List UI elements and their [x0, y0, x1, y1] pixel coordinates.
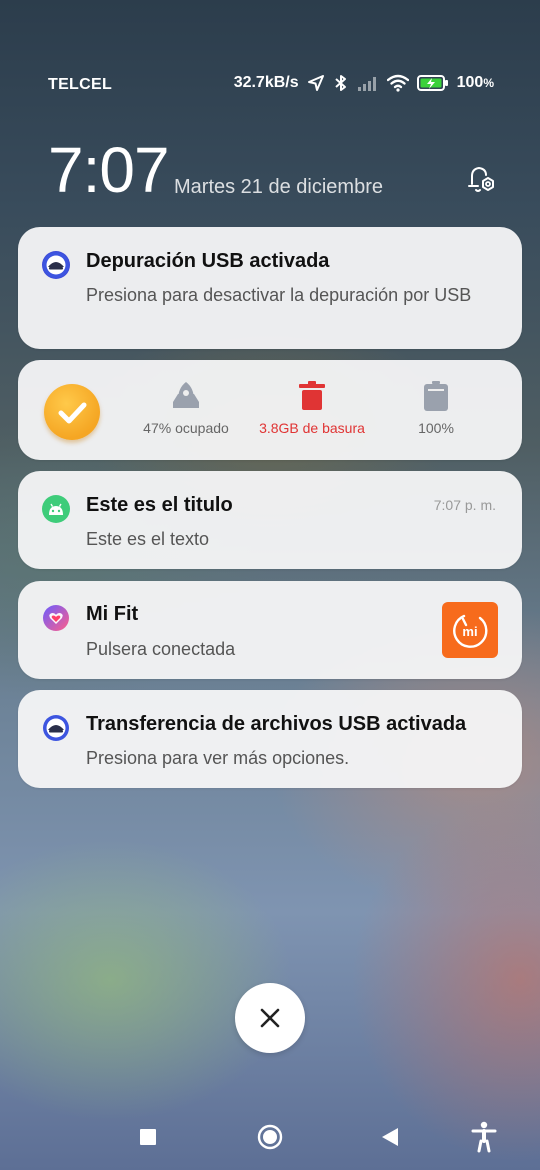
- bluetooth-icon: [333, 74, 349, 92]
- battery-status[interactable]: 100%: [366, 380, 506, 436]
- battery-icon: [366, 380, 506, 412]
- clock: 7:07: [48, 134, 170, 206]
- accessibility-icon: [462, 1121, 506, 1163]
- junk-label: 3.8GB de basura: [259, 420, 365, 436]
- usb-debug-icon: [42, 251, 70, 279]
- close-icon: [235, 1008, 305, 1057]
- notification-usb-transfer[interactable]: Transferencia de archivos USB activada P…: [18, 690, 522, 788]
- junk-status[interactable]: 3.8GB de basura: [242, 380, 382, 436]
- storage-label: 47% ocupado: [143, 420, 229, 436]
- android-icon: [42, 495, 70, 523]
- storage-status[interactable]: 47% ocupado: [116, 380, 256, 436]
- notification-title: Mi Fit: [86, 603, 139, 625]
- home-circle-icon: [248, 1124, 292, 1163]
- carrier-name: TELCEL: [48, 76, 113, 93]
- bell-gear-icon: [462, 166, 498, 202]
- mi-fit-icon: [42, 604, 70, 632]
- signal-icon: [357, 75, 379, 91]
- usb-transfer-icon: [42, 714, 70, 742]
- notification-title: Depuración USB activada: [86, 250, 330, 272]
- recents-button[interactable]: [126, 1115, 170, 1159]
- location-icon: [307, 74, 325, 92]
- notification-cleaner[interactable]: 47% ocupado 3.8GB de basura 100%: [18, 360, 522, 460]
- cleaner-check-icon: [44, 384, 100, 440]
- notification-settings-button[interactable]: [462, 162, 498, 198]
- back-triangle-icon: [368, 1128, 412, 1163]
- status-icons: 32.7kB/s 100%: [234, 74, 494, 92]
- navigation-bar: [0, 1115, 540, 1159]
- back-button[interactable]: [368, 1115, 412, 1159]
- mi-fit-thumbnail: mi: [442, 602, 498, 658]
- notification-text: Presiona para ver más opciones.: [86, 748, 350, 768]
- battery-charging-icon: [416, 74, 449, 92]
- notification-text: Presiona para desactivar la depuración p…: [86, 285, 472, 305]
- recents-square-icon: [126, 1129, 170, 1163]
- trash-icon: [242, 380, 382, 412]
- notification-text: Pulsera conectada: [86, 639, 236, 659]
- accessibility-button[interactable]: [462, 1115, 506, 1159]
- notification-title: Transferencia de archivos USB activada: [86, 713, 467, 735]
- lockscreen-header: 7:07 Martes 21 de diciembre: [48, 138, 498, 208]
- notification-test[interactable]: Este es el titulo 7:07 p. m. Este es el …: [18, 471, 522, 569]
- battery-percent: 100%: [456, 74, 494, 91]
- notification-title: Este es el titulo: [86, 494, 233, 516]
- battery-label: 100%: [418, 420, 454, 436]
- status-bar: TELCEL 32.7kB/s 100%: [0, 72, 540, 100]
- home-button[interactable]: [248, 1115, 292, 1159]
- network-speed: 32.7kB/s: [233, 74, 299, 91]
- notification-time: 7:07 p. m.: [433, 497, 496, 513]
- rocket-icon: [116, 380, 256, 412]
- notification-text: Este es el texto: [86, 529, 210, 549]
- date: Martes 21 de diciembre: [174, 176, 383, 198]
- wifi-icon: [386, 74, 409, 92]
- notification-mi-fit[interactable]: Mi Fit Pulsera conectada mi: [18, 581, 522, 679]
- mi-logo-text: mi: [462, 624, 477, 639]
- clear-all-button[interactable]: [235, 983, 305, 1053]
- notification-usb-debug[interactable]: Depuración USB activada Presiona para de…: [18, 227, 522, 349]
